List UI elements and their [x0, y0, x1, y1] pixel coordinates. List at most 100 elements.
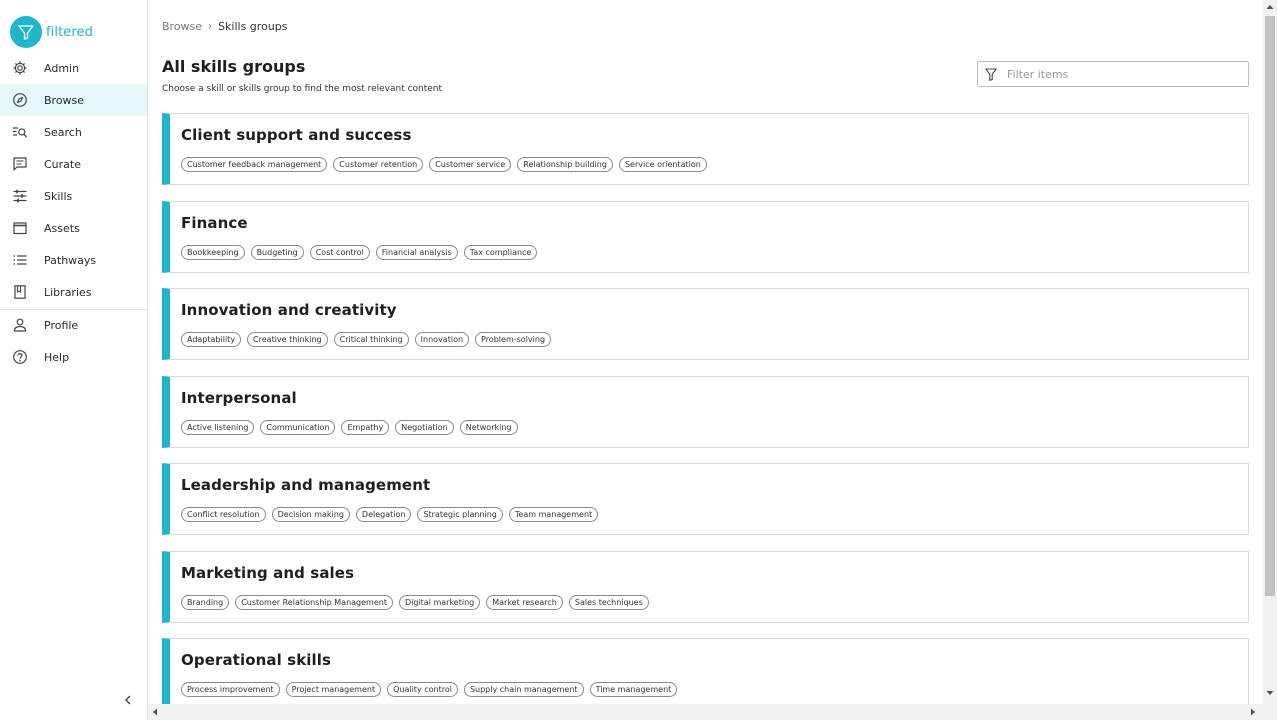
skills-group-card[interactable]: Interpersonal Active listening Communicati… [162, 375, 1249, 448]
skills-group-title[interactable]: Leadership and management [181, 476, 430, 494]
list-icon [13, 255, 27, 265]
skills-group-title[interactable]: Interpersonal [181, 389, 297, 407]
skill-tag[interactable]: Quality control [387, 682, 458, 697]
nav-label-assets: Assets [44, 221, 80, 235]
collapse-sidebar-chevron-left-icon[interactable] [121, 693, 135, 707]
brand-name: filtered [46, 24, 94, 40]
nav-label-admin: Admin [44, 61, 80, 75]
skills-group-title[interactable]: Finance [181, 214, 248, 232]
skill-tag[interactable]: Adaptability [181, 332, 242, 347]
skill-tag[interactable]: Sales techniques [568, 594, 649, 610]
nav-label-search: Search [44, 125, 82, 139]
skill-tags: Branding Customer Relationship Management… [181, 594, 649, 610]
skill-tag[interactable]: Cost control [309, 244, 370, 260]
skill-tags: Process improvement Project management Qua… [181, 682, 678, 697]
book-icon [14, 285, 26, 299]
skills-group-card[interactable]: Operational skills Process improvement Pro… [162, 638, 1249, 710]
breadcrumb-separator: › [208, 21, 213, 32]
filter-box[interactable] [977, 61, 1249, 87]
breadcrumb-current: Skills groups [218, 20, 288, 33]
skill-tag[interactable]: Service orientation [618, 157, 707, 172]
skill-tag[interactable]: Delegation [355, 507, 412, 522]
compass-icon [13, 93, 27, 107]
skill-tag[interactable]: Customer Relationship Management [235, 594, 393, 610]
skill-tag[interactable]: Financial analysis [375, 244, 458, 260]
skill-tag[interactable]: Customer retention [333, 157, 424, 172]
scrollbar-corner [1263, 704, 1277, 720]
breadcrumb: Browse › Skills groups [162, 20, 288, 33]
skill-tag[interactable]: Creative thinking [247, 332, 328, 347]
nav-item-pathways[interactable]: Pathways [0, 244, 147, 276]
skill-tag[interactable]: Team management [508, 507, 599, 522]
skill-tag[interactable]: Digital marketing [398, 594, 481, 610]
skill-tags: Bookkeeping Budgeting Cost control Financia… [181, 244, 538, 260]
skill-tag[interactable]: Tax compliance [463, 244, 538, 260]
nav-item-search[interactable]: Search [0, 116, 147, 148]
nav-item-libraries[interactable]: Libraries [0, 276, 147, 308]
nav-label-libraries: Libraries [44, 285, 92, 299]
nav-item-help[interactable]: Help [0, 341, 147, 373]
filter-funnel-logo-icon [10, 16, 42, 48]
gear-icon [13, 61, 27, 75]
skill-tag[interactable]: Bookkeeping [181, 244, 245, 260]
nav-label-profile: Profile [44, 318, 79, 332]
skills-group-card[interactable]: Leadership and management Conflict resolu… [162, 463, 1249, 535]
skill-tag[interactable]: Supply chain management [463, 682, 584, 697]
nav-item-assets[interactable]: Assets [0, 212, 147, 244]
horizontal-scrollbar[interactable] [148, 704, 1263, 720]
skill-tags: Adaptability Creative thinking Critical th… [181, 332, 552, 347]
page-subtitle: Choose a skill or skills group to find t… [162, 84, 443, 94]
nav-label-help: Help [44, 350, 70, 364]
nav-item-browse[interactable]: Browse [0, 84, 147, 116]
skills-group-card[interactable]: Client support and success Customer feedb… [162, 113, 1249, 185]
scroll-right-arrow-icon[interactable] [1249, 708, 1257, 716]
skill-tag[interactable]: Problem-solving [475, 332, 552, 347]
skill-tag[interactable]: Networking [459, 419, 518, 435]
filter-funnel-icon [985, 68, 997, 81]
skills-group-title[interactable]: Client support and success [181, 126, 412, 144]
nav-item-skills[interactable]: Skills [0, 180, 147, 212]
scroll-down-arrow-icon[interactable] [1266, 689, 1274, 697]
skill-tag[interactable]: Conflict resolution [181, 507, 266, 522]
skill-tag[interactable]: Innovation [414, 332, 470, 347]
vertical-scrollbar[interactable] [1263, 0, 1277, 704]
help-icon [13, 350, 27, 364]
sliders-icon [13, 189, 27, 203]
skill-tag[interactable]: Time management [589, 682, 678, 697]
skills-group-title[interactable]: Operational skills [181, 651, 331, 669]
skill-tag[interactable]: Strategic planning [417, 507, 503, 522]
skill-tag[interactable]: Budgeting [250, 244, 304, 260]
filter-items-input[interactable] [1007, 64, 1243, 84]
skill-tags: Customer feedback management Customer ret… [181, 157, 707, 172]
chat-icon [13, 157, 27, 171]
skill-tags: Conflict resolution Decision making Delega… [181, 507, 599, 522]
nav-label-browse: Browse [44, 93, 85, 107]
skill-tag[interactable]: Branding [181, 594, 230, 610]
breadcrumb-browse-link[interactable]: Browse [162, 20, 202, 33]
skill-tag[interactable]: Customer service [429, 157, 512, 172]
nav-item-admin[interactable]: Admin [0, 52, 147, 84]
skill-tag[interactable]: Empathy [341, 419, 390, 435]
nav-item-profile[interactable]: Profile [0, 309, 147, 341]
scroll-up-arrow-icon[interactable] [1266, 3, 1274, 11]
skill-tag[interactable]: Market research [486, 594, 563, 610]
skill-tag[interactable]: Negotiation [395, 419, 454, 435]
skills-group-title[interactable]: Innovation and creativity [181, 301, 397, 319]
skills-group-card[interactable]: Marketing and sales Branding Customer Rela… [162, 550, 1249, 623]
skills-group-card[interactable]: Innovation and creativity Adaptability Cre… [162, 288, 1249, 360]
vertical-scrollbar-thumb[interactable] [1265, 16, 1275, 596]
skill-tag[interactable]: Decision making [271, 507, 350, 522]
skill-tag[interactable]: Process improvement [181, 682, 280, 697]
logo[interactable]: filtered [10, 16, 93, 48]
page-title: All skills groups [162, 57, 306, 76]
skill-tag[interactable]: Critical thinking [333, 332, 409, 347]
skill-tag[interactable]: Project management [285, 682, 382, 697]
scroll-left-arrow-icon[interactable] [151, 708, 159, 716]
skill-tag[interactable]: Communication [260, 419, 336, 435]
skill-tag[interactable]: Relationship building [517, 157, 613, 172]
skill-tag[interactable]: Active listening [181, 419, 255, 435]
skills-group-title[interactable]: Marketing and sales [181, 564, 354, 582]
skill-tag[interactable]: Customer feedback management [181, 157, 328, 172]
nav-item-curate[interactable]: Curate [0, 148, 147, 180]
skills-group-card[interactable]: Finance Bookkeeping Budgeting Cost control F… [162, 200, 1249, 273]
